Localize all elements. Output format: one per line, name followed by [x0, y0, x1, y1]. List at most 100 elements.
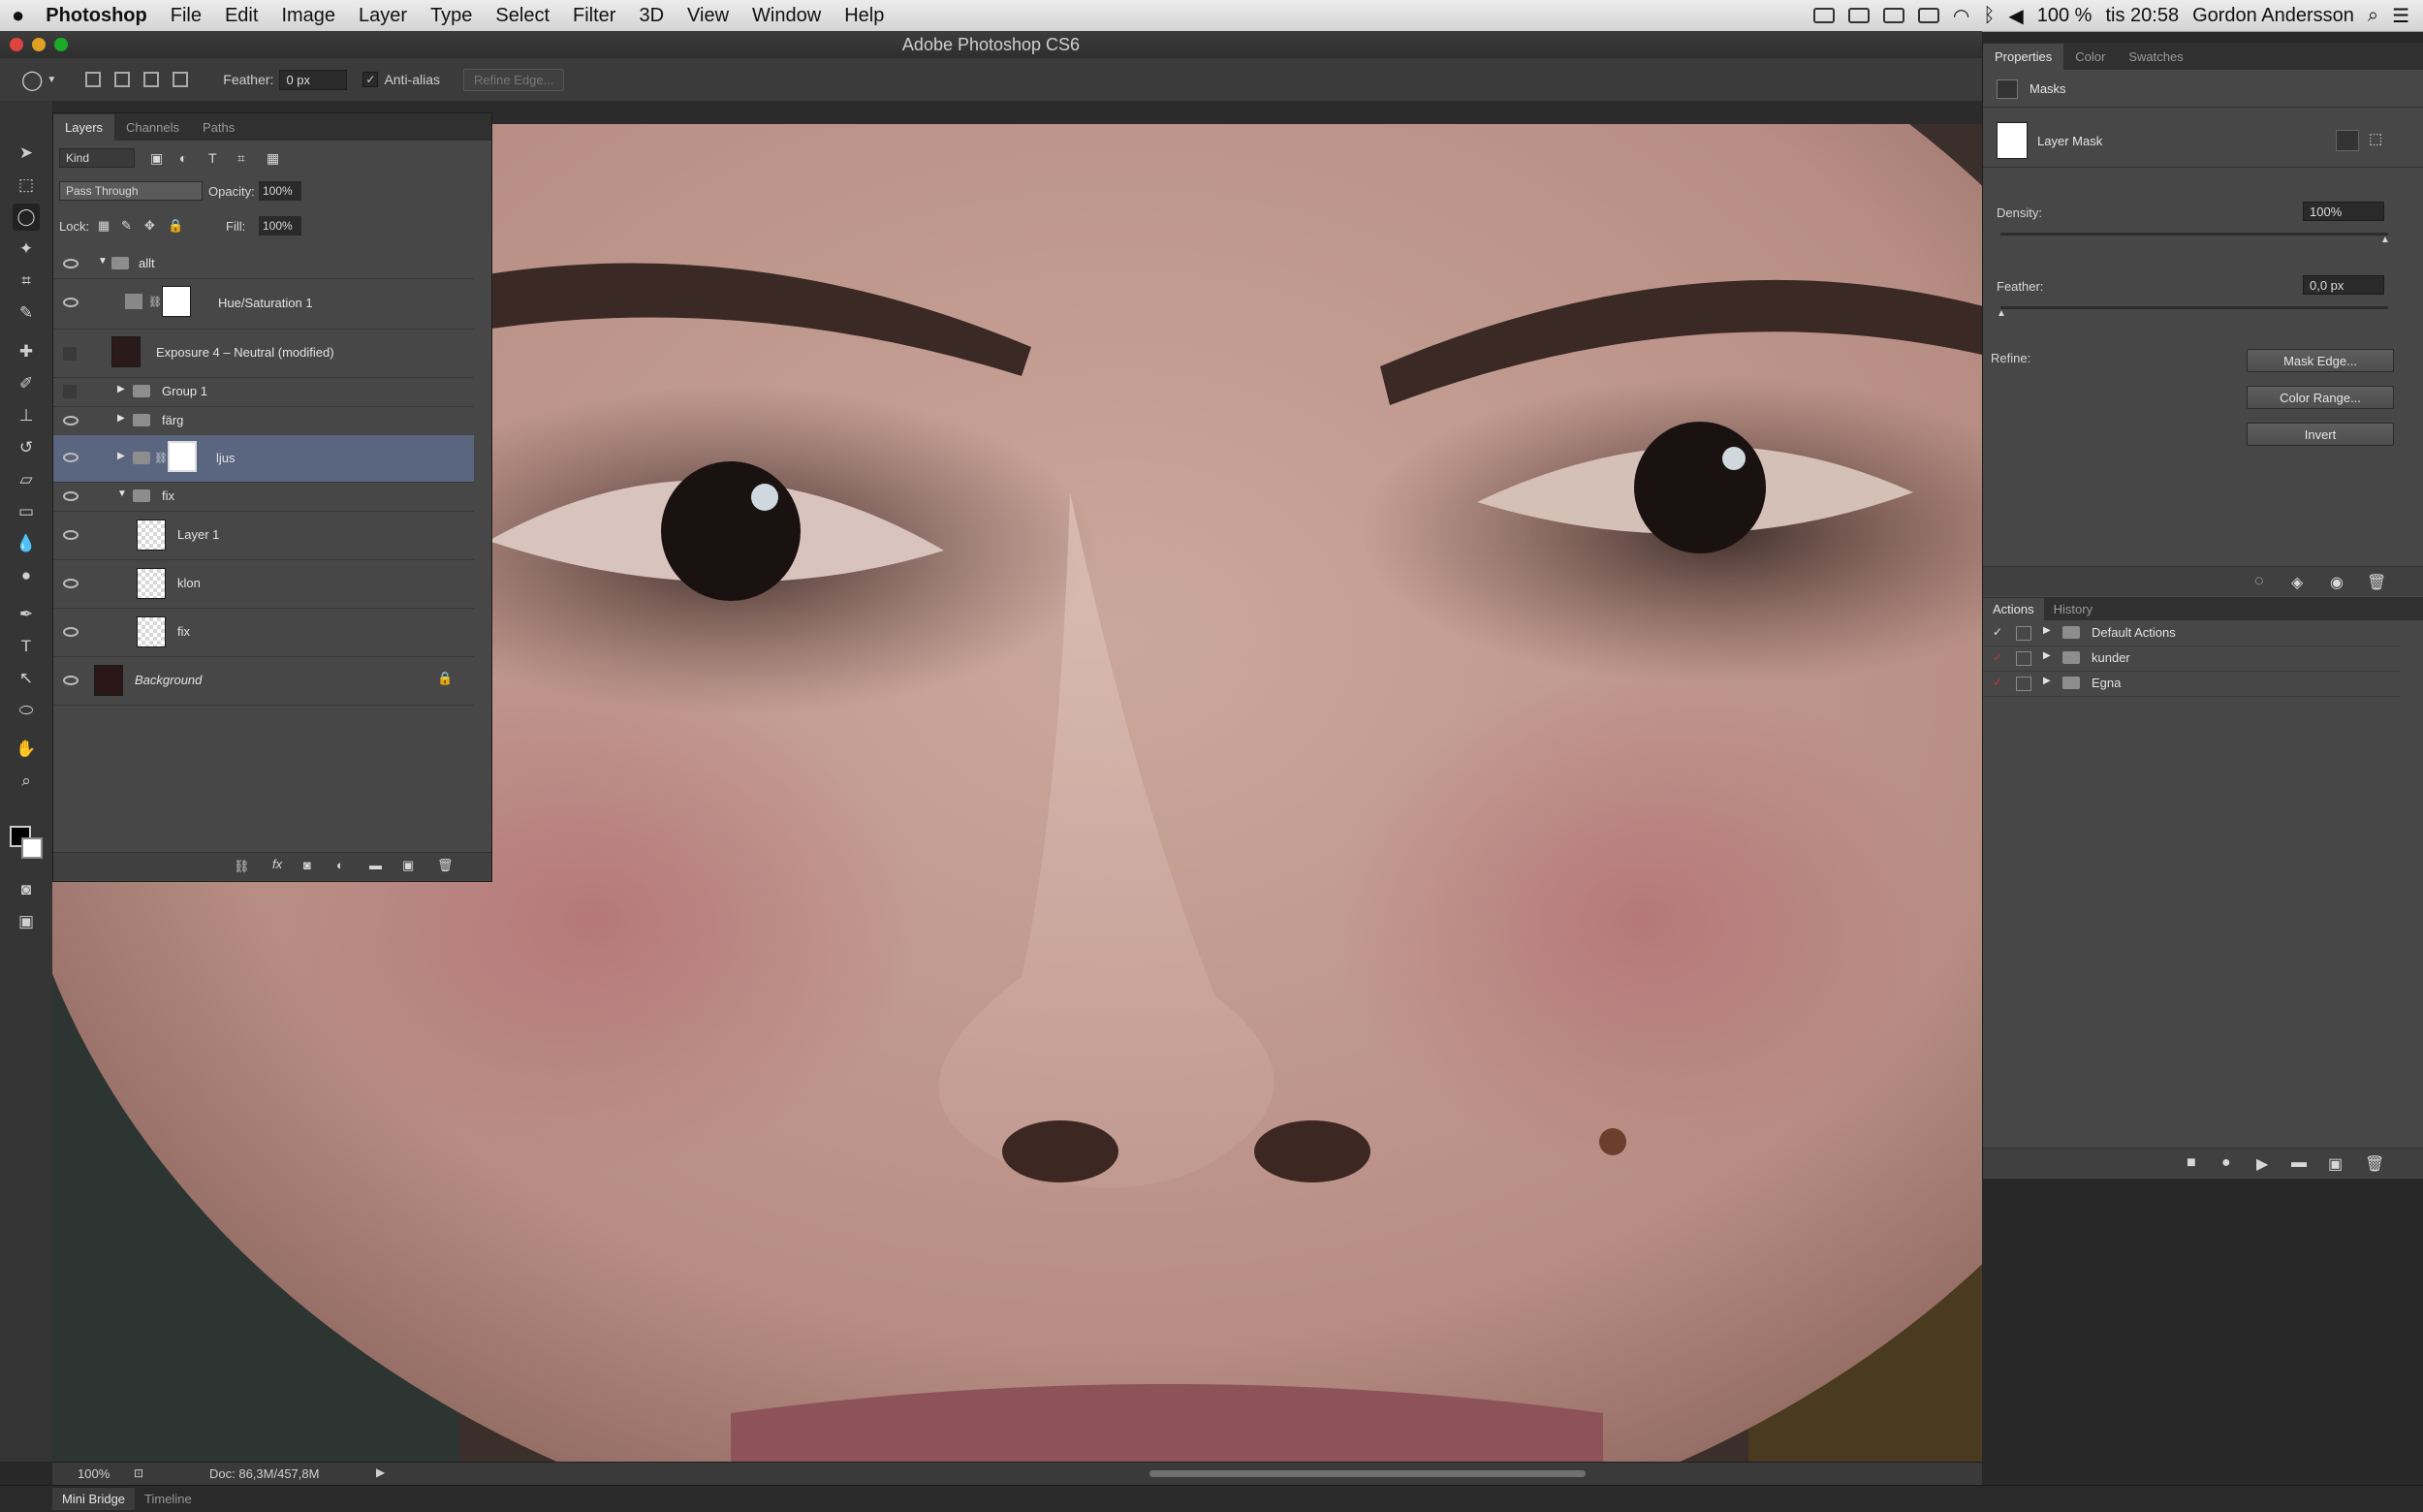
fx-icon[interactable]: fx	[272, 857, 282, 871]
menu-file[interactable]: File	[159, 5, 213, 27]
layer-row-fix[interactable]: fix	[53, 608, 474, 657]
tab-color[interactable]: Color	[2063, 44, 2117, 70]
link-layers-icon[interactable]: ⛓	[234, 859, 250, 874]
layer-thumbnail[interactable]	[137, 616, 166, 647]
display-icon[interactable]	[1917, 8, 1939, 23]
collapse-chevron-icon[interactable]: ▼	[117, 488, 127, 499]
layer-row-group-ljus-selected[interactable]: ▶ ⛓ ljus	[53, 435, 474, 483]
intersect-selection-icon[interactable]	[173, 72, 189, 87]
layer-thumbnail[interactable]	[137, 568, 166, 599]
status-menu-arrow-icon[interactable]: ▶	[376, 1465, 385, 1479]
volume-icon[interactable]: ◀	[2008, 4, 2023, 28]
layer-row-group-fix[interactable]: ▼ fix	[53, 482, 474, 512]
new-group-icon[interactable]: ▬	[369, 858, 382, 872]
screen-mode-icon[interactable]: ▣	[13, 908, 40, 935]
new-layer-icon[interactable]: ▣	[402, 858, 414, 873]
zoom-tool-icon[interactable]: ⌕	[13, 768, 40, 795]
mask-thumbnail[interactable]	[168, 441, 197, 472]
tab-mini-bridge[interactable]: Mini Bridge	[52, 1488, 136, 1510]
dialog-toggle-icon[interactable]	[2016, 626, 2031, 641]
delete-mask-icon[interactable]: 🗑	[2367, 573, 2386, 592]
collapse-chevron-icon[interactable]: ▼	[98, 256, 108, 267]
menu-edit[interactable]: Edit	[213, 5, 269, 27]
app-menu[interactable]: Photoshop	[36, 5, 158, 27]
wifi-icon[interactable]: ◠	[1953, 4, 1969, 28]
lock-image-icon[interactable]: ✎	[121, 218, 132, 234]
fill-input[interactable]: 100%	[259, 216, 301, 236]
path-selection-tool-icon[interactable]: ↖	[13, 665, 40, 692]
layer-row-klon[interactable]: klon	[53, 559, 474, 609]
move-tool-icon[interactable]: ➤	[13, 140, 40, 167]
action-set-kunder[interactable]: ✓ ▶ kunder	[1983, 646, 2400, 672]
lock-transparent-icon[interactable]: ▦	[98, 218, 110, 234]
expand-chevron-icon[interactable]: ▶	[2043, 625, 2051, 636]
density-input[interactable]: 100%	[2303, 202, 2384, 221]
layer-row-group-farg[interactable]: ▶ färg	[53, 406, 474, 436]
mask-thumbnail[interactable]	[162, 286, 191, 317]
opacity-input[interactable]: 100%	[259, 181, 301, 201]
menu-type[interactable]: Type	[419, 5, 484, 27]
menu-filter[interactable]: Filter	[561, 5, 627, 27]
layer-mask-thumbnail[interactable]	[1997, 122, 2028, 159]
menu-image[interactable]: Image	[269, 5, 347, 27]
record-icon[interactable]: ●	[2221, 1154, 2231, 1172]
smart-object-filter-icon[interactable]: ▦	[267, 150, 279, 167]
blend-mode-select[interactable]: Pass Through	[59, 181, 203, 201]
toggle-checkmark-icon[interactable]: ✓	[1993, 625, 2002, 639]
feather-input[interactable]: 0 px	[279, 69, 348, 90]
toggle-checkmark-icon[interactable]: ✓	[1993, 676, 2002, 689]
visibility-eye-icon[interactable]	[63, 416, 79, 425]
menu-window[interactable]: Window	[740, 5, 833, 27]
delete-layer-icon[interactable]: 🗑	[437, 858, 454, 873]
visibility-off-box[interactable]	[63, 347, 77, 361]
toggle-checkmark-icon[interactable]: ✓	[1993, 650, 2002, 664]
adjustment-filter-icon[interactable]: ◐	[179, 150, 187, 166]
battery-status[interactable]: 100 %	[2037, 5, 2093, 27]
dialog-toggle-icon[interactable]	[2016, 651, 2031, 666]
add-mask-icon[interactable]: ◙	[303, 858, 311, 872]
link-icon[interactable]: ⛓	[148, 296, 162, 308]
layer-row-group-allt[interactable]: ▼ allt	[53, 249, 474, 279]
eraser-tool-icon[interactable]: ▱	[13, 466, 40, 493]
clone-stamp-tool-icon[interactable]: ⊥	[13, 402, 40, 429]
new-action-icon[interactable]: ▣	[2328, 1154, 2343, 1174]
bluetooth-icon[interactable]: ᛒ	[1983, 5, 1995, 27]
status-info-icon[interactable]: ⊡	[134, 1466, 143, 1480]
tab-actions[interactable]: Actions	[1983, 598, 2044, 620]
quick-mask-icon[interactable]: ◙	[13, 876, 40, 903]
layer-thumbnail[interactable]	[94, 665, 123, 696]
action-set-default-actions[interactable]: ✓ ▶ Default Actions	[1983, 620, 2400, 646]
delete-action-icon[interactable]: 🗑	[2365, 1154, 2384, 1174]
expand-chevron-icon[interactable]: ▶	[2043, 676, 2051, 686]
lasso-preset-icon[interactable]: ◯	[21, 68, 43, 92]
feather-slider[interactable]	[2000, 306, 2388, 309]
menu-3d[interactable]: 3D	[627, 5, 676, 27]
zoom-window-icon[interactable]	[54, 38, 68, 51]
link-icon[interactable]: ⛓	[154, 452, 168, 464]
tab-paths[interactable]: Paths	[191, 114, 246, 141]
cloud-icon[interactable]	[1812, 8, 1835, 23]
camera-icon[interactable]	[1847, 8, 1870, 23]
eyedropper-tool-icon[interactable]: ✎	[13, 299, 40, 327]
menu-help[interactable]: Help	[833, 5, 896, 27]
tab-timeline[interactable]: Timeline	[135, 1488, 202, 1510]
lasso-tool-icon[interactable]: ◯	[13, 204, 40, 231]
mask-visibility-eye-icon[interactable]: ◉	[2330, 573, 2344, 592]
type-filter-icon[interactable]: T	[208, 150, 217, 166]
add-vector-mask-icon[interactable]: ⬚	[2369, 130, 2382, 147]
visibility-eye-icon[interactable]	[63, 298, 79, 307]
gradient-tool-icon[interactable]: ▭	[13, 498, 40, 525]
antialias-checkbox[interactable]: ✓	[362, 72, 379, 87]
visibility-eye-icon[interactable]	[63, 530, 79, 540]
layer-row-background[interactable]: Background 🔒	[53, 656, 474, 706]
new-adjustment-layer-icon[interactable]: ◐	[336, 858, 344, 872]
layer-filter-kind-select[interactable]: Kind	[59, 148, 135, 168]
apple-menu-icon[interactable]: ●	[0, 3, 36, 28]
layer-row-layer-1[interactable]: Layer 1	[53, 511, 474, 560]
visibility-eye-icon[interactable]	[63, 579, 79, 588]
hand-tool-icon[interactable]: ✋	[13, 736, 40, 763]
color-range-button[interactable]: Color Range...	[2247, 386, 2394, 409]
history-brush-tool-icon[interactable]: ↺	[13, 434, 40, 461]
notifications-icon[interactable]: ☰	[2392, 4, 2409, 28]
load-selection-icon[interactable]: ◌	[2254, 573, 2264, 590]
